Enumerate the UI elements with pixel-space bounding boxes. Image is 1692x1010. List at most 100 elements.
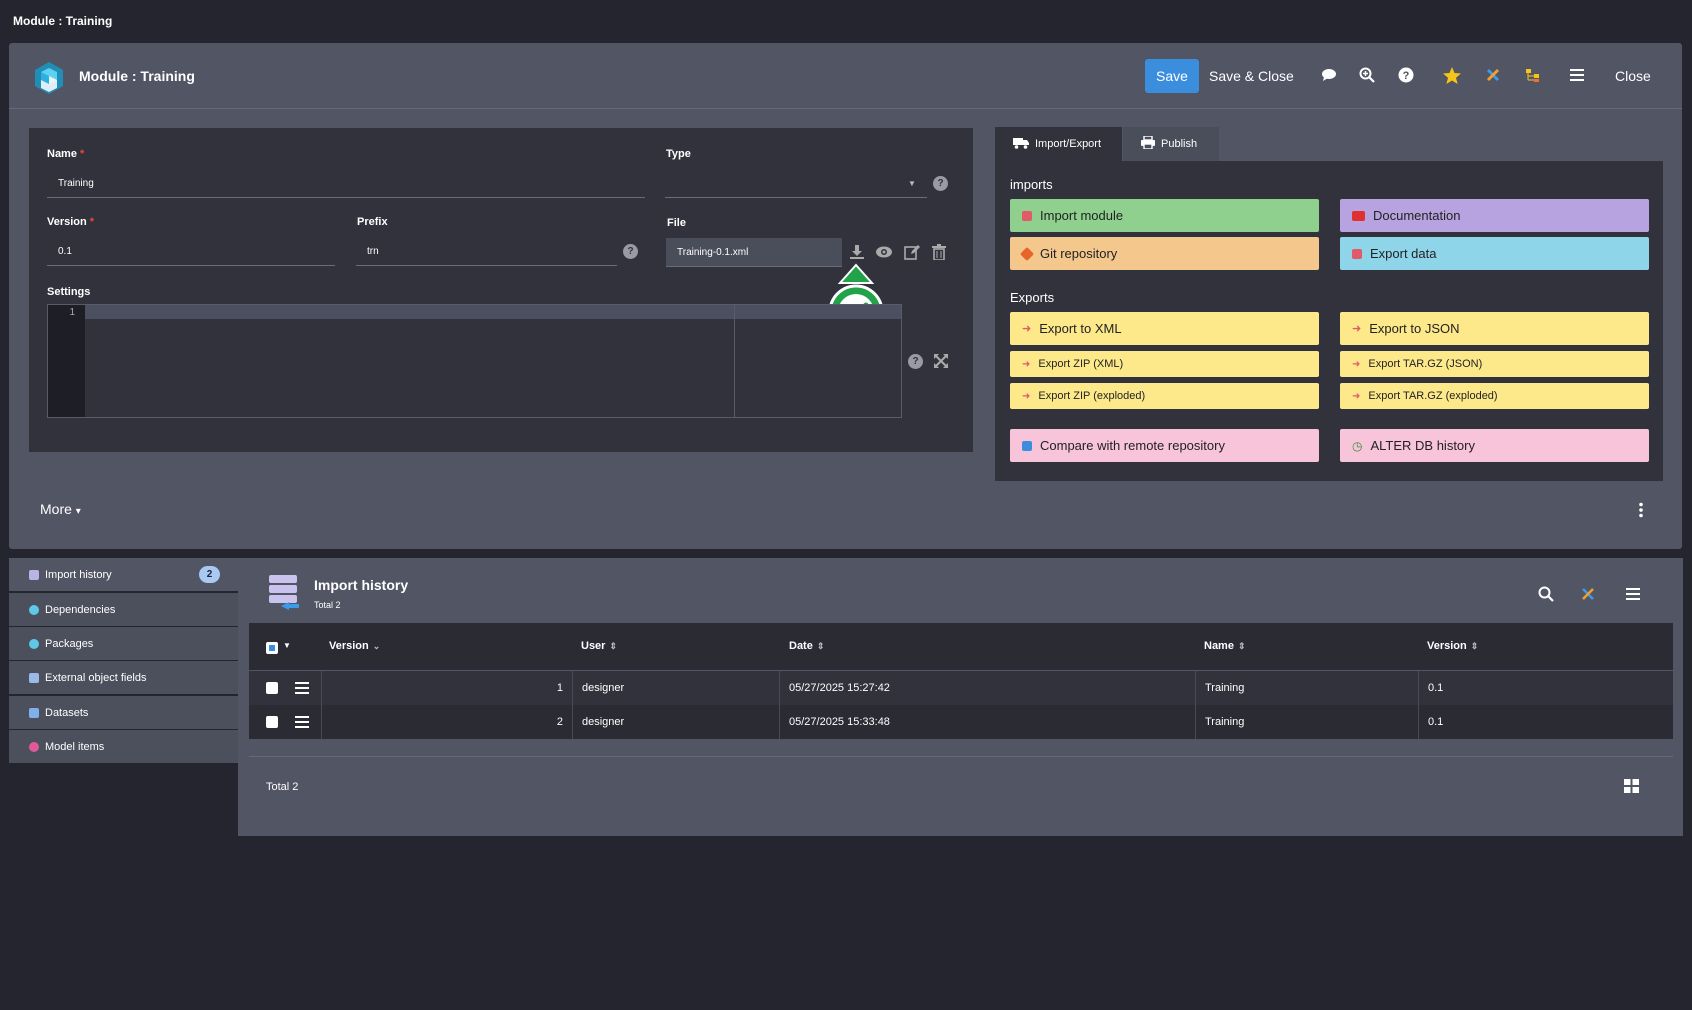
export-zip-xml-button[interactable]: ➜ Export ZIP (XML) <box>1010 351 1319 377</box>
grid-footer-total: Total 2 <box>266 781 299 793</box>
trash-icon[interactable] <box>932 244 946 261</box>
tab-publish[interactable]: Publish <box>1123 127 1219 161</box>
sidebar-item-datasets[interactable]: Datasets <box>9 696 238 729</box>
name-field[interactable]: Training <box>47 170 645 198</box>
more-toggle[interactable]: More ▾ <box>40 501 81 517</box>
column-header-date[interactable]: Date ⇕ <box>789 640 824 652</box>
alter-db-history-button[interactable]: ◷ ALTER DB history <box>1340 429 1649 462</box>
help-icon[interactable]: ? <box>1397 66 1415 84</box>
documentation-button[interactable]: Documentation <box>1340 199 1649 232</box>
select-all-checkbox[interactable] <box>266 642 278 654</box>
column-header-name[interactable]: Name ⇕ <box>1204 640 1246 652</box>
arrow-right-icon: ➜ <box>1022 323 1032 335</box>
import-export-panel: imports Import module Documentation Git … <box>995 161 1663 481</box>
svg-text:?: ? <box>1403 70 1410 82</box>
settings-editor[interactable]: 1 <box>47 304 902 418</box>
file-label: File <box>667 217 686 229</box>
download-icon[interactable] <box>849 244 865 260</box>
imports-heading: imports <box>1010 177 1053 192</box>
row-name: Training <box>1196 705 1419 739</box>
table-row[interactable]: 2 designer 05/27/2025 15:33:48 Training … <box>249 705 1673 739</box>
column-header-user[interactable]: User ⇕ <box>581 640 617 652</box>
row-version: 0.1 <box>1428 682 1444 694</box>
view-eye-icon[interactable] <box>875 245 893 259</box>
chevron-down-icon: ▾ <box>75 506 81 517</box>
export-targz-exploded-button[interactable]: ➜ Export TAR.GZ (exploded) <box>1340 383 1649 409</box>
column-header-version-2[interactable]: Version ⇕ <box>1427 640 1478 652</box>
row-version: 0.1 <box>1428 716 1444 728</box>
exports-heading: Exports <box>1010 290 1055 305</box>
row-checkbox[interactable] <box>266 716 278 728</box>
cubes-icon <box>29 605 39 615</box>
edit-icon[interactable] <box>904 244 920 260</box>
row-menu-icon[interactable] <box>295 716 309 728</box>
version-field[interactable]: 0.1 <box>47 238 335 266</box>
expand-icon[interactable] <box>934 354 948 368</box>
row-name: Training <box>1196 671 1419 705</box>
table-row[interactable]: 1 designer 05/27/2025 15:27:42 Training … <box>249 671 1673 705</box>
tools-icon[interactable] <box>1484 66 1502 84</box>
row-checkbox[interactable] <box>266 682 278 694</box>
compare-icon <box>1022 440 1032 451</box>
chevron-down-icon[interactable]: ▼ <box>283 641 291 650</box>
compare-remote-button[interactable]: Compare with remote repository <box>1010 429 1319 462</box>
window-title: Module : Training <box>13 14 113 28</box>
type-label: Type <box>666 148 691 160</box>
menu-icon[interactable] <box>1568 66 1586 84</box>
prefix-field[interactable]: trn <box>356 238 617 266</box>
column-header-version[interactable]: Version ⌄ <box>329 640 380 652</box>
import-history-icon <box>267 575 301 613</box>
comment-icon[interactable] <box>1320 66 1338 84</box>
module-logo-icon <box>31 60 67 96</box>
close-button[interactable]: Close <box>1615 68 1651 84</box>
git-repository-button[interactable]: Git repository <box>1010 237 1319 270</box>
settings-label: Settings <box>47 286 91 298</box>
file-icon <box>29 673 39 683</box>
name-label: Name * <box>47 148 85 160</box>
export-zip-exploded-button[interactable]: ➜ Export ZIP (exploded) <box>1010 383 1319 409</box>
search-zoom-icon[interactable] <box>1358 66 1376 84</box>
grid-menu-icon[interactable] <box>1626 588 1640 600</box>
prefix-label: Prefix <box>357 216 388 228</box>
sidebar-item-model-items[interactable]: Model items <box>9 730 238 763</box>
export-xml-button[interactable]: ➜ Export to XML <box>1010 312 1319 345</box>
save-button[interactable]: Save <box>1145 59 1199 93</box>
grid-title: Import history <box>314 577 409 593</box>
tab-import-export[interactable]: Import/Export <box>995 127 1122 161</box>
type-help-icon[interactable]: ? <box>933 176 948 191</box>
sidebar-item-import-history[interactable]: Import history 2 <box>9 558 238 591</box>
cubes-icon <box>29 639 39 649</box>
version-label: Version * <box>47 216 95 228</box>
row-date: 05/27/2025 15:27:42 <box>780 671 1196 705</box>
pdf-icon <box>1352 210 1365 221</box>
tree-icon[interactable] <box>1524 66 1542 84</box>
file-field[interactable]: Training-0.1.xml <box>666 238 842 267</box>
settings-help-icon[interactable]: ? <box>908 354 923 369</box>
tools-icon[interactable] <box>1581 587 1595 601</box>
grid-subtitle: Total 2 <box>314 600 341 610</box>
arrow-right-icon: ➜ <box>1352 390 1361 402</box>
clock-icon: ◷ <box>1352 438 1363 453</box>
line-number: 1 <box>48 305 85 417</box>
sidebar-item-external-object-fields[interactable]: External object fields <box>9 661 238 694</box>
sidebar-item-packages[interactable]: Packages <box>9 627 238 660</box>
chevron-down-icon[interactable]: ▼ <box>908 179 916 188</box>
git-icon <box>1019 246 1035 261</box>
kebab-menu-icon[interactable] <box>1637 502 1645 518</box>
export-targz-json-button[interactable]: ➜ Export TAR.GZ (JSON) <box>1340 351 1649 377</box>
export-json-button[interactable]: ➜ Export to JSON <box>1340 312 1649 345</box>
search-icon[interactable] <box>1538 586 1554 602</box>
printer-icon <box>1141 135 1155 152</box>
prefix-help-icon[interactable]: ? <box>623 244 638 259</box>
sidebar-item-dependencies[interactable]: Dependencies <box>9 593 238 626</box>
row-number: 2 <box>321 705 573 739</box>
save-close-button[interactable]: Save & Close <box>1209 68 1294 84</box>
type-select[interactable] <box>665 170 927 198</box>
export-data-button[interactable]: Export data <box>1340 237 1649 270</box>
import-module-button[interactable]: Import module <box>1010 199 1319 232</box>
row-menu-icon[interactable] <box>295 682 309 694</box>
header-divider <box>9 108 1682 109</box>
grid-layout-icon[interactable] <box>1624 779 1639 793</box>
star-icon[interactable] <box>1443 66 1461 84</box>
share-icon <box>29 742 39 752</box>
